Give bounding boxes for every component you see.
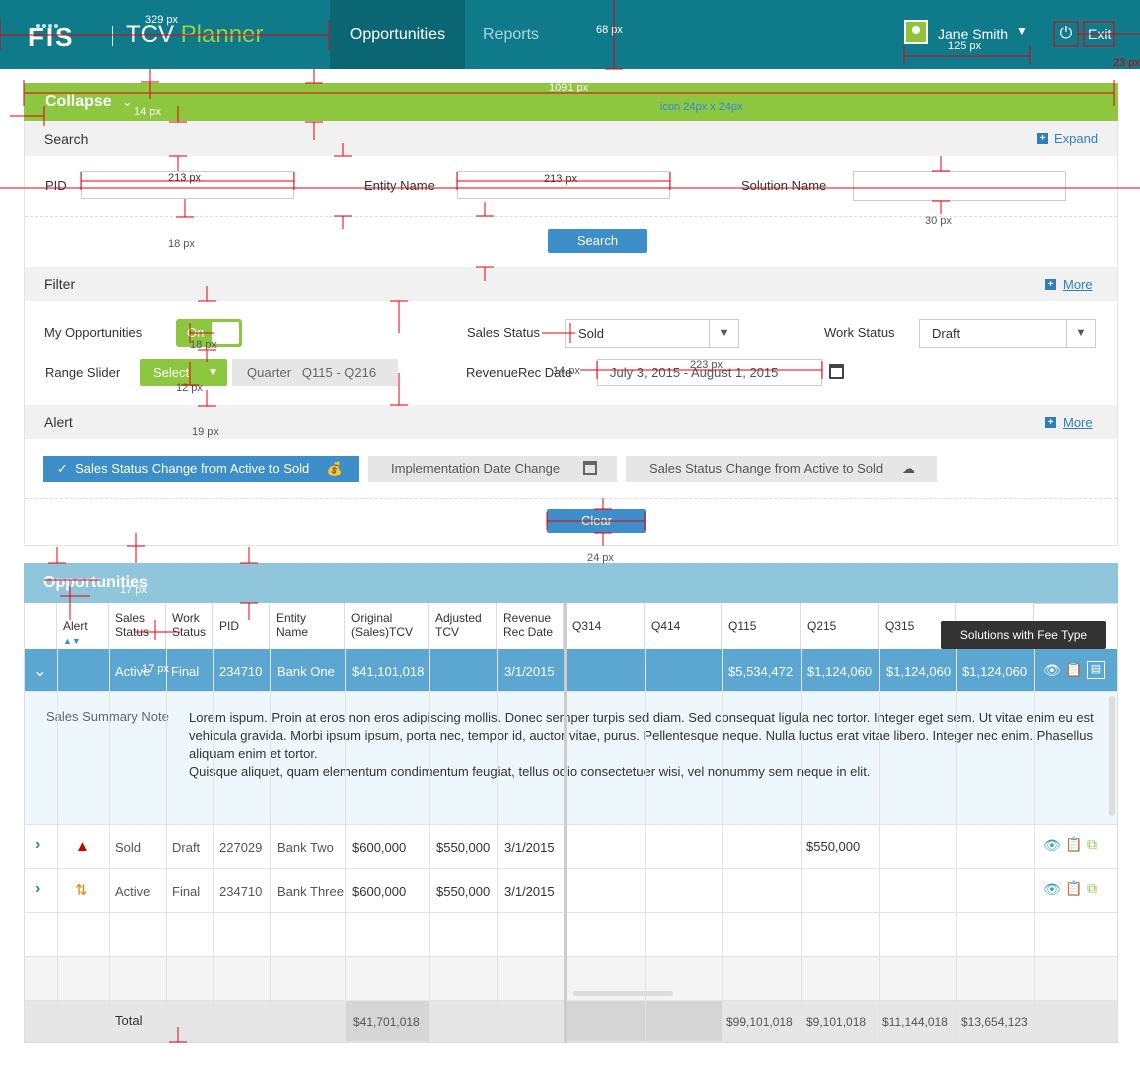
- redline-overlay: [0, 0, 1140, 1043]
